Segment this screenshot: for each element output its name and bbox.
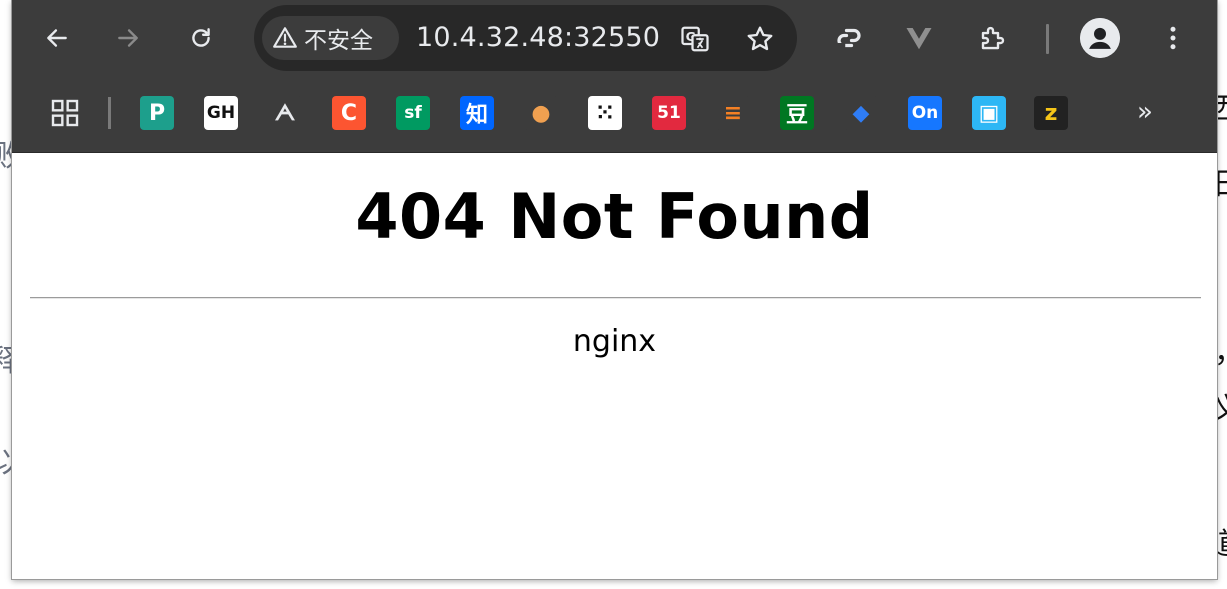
horizontal-rule — [30, 297, 1201, 299]
warning-triangle-icon — [273, 27, 297, 48]
bookmark-douban-icon: 豆 — [785, 103, 808, 128]
back-button[interactable] — [37, 18, 77, 58]
double-chevron-icon: » — [1137, 97, 1153, 127]
back-arrow-icon — [47, 29, 67, 47]
bookmark-csdn[interactable]: C — [332, 96, 366, 130]
person-icon — [1080, 18, 1120, 58]
bookmark-box[interactable]: ◆ — [844, 96, 878, 130]
bookmark-grid[interactable]: ⁙ — [588, 96, 622, 130]
puzzle-icon — [981, 26, 1005, 50]
bookmark-portrait-icon: ▣ — [978, 100, 1000, 126]
bookmark-processon-icon: P — [148, 100, 166, 126]
apps-grid-icon — [51, 99, 79, 127]
more-vertical-icon — [1170, 26, 1176, 50]
bookmark-csdn-icon: C — [340, 100, 358, 126]
vue-icon — [906, 28, 932, 50]
bookmarks-bar: P GH ᗅ Csf 知 ● ⁙ 51 ≡ 豆 ◆ On ▣ z » — [12, 77, 1217, 153]
extensions-button[interactable] — [974, 19, 1012, 57]
bookmark-z-icon: z — [1044, 100, 1058, 126]
browser-menu-button[interactable] — [1154, 19, 1192, 57]
bookmark-51cto[interactable]: 51 — [652, 96, 686, 130]
bookmarks-divider — [108, 97, 111, 129]
bookmark-star-button[interactable] — [743, 22, 777, 56]
browser-toolbar: 不安全 10.4.32.48:32550 G — [12, 0, 1217, 77]
bookmark-douban[interactable]: 豆 — [780, 96, 814, 130]
bookmark-grid-icon: ⁙ — [595, 100, 615, 126]
bookmark-on[interactable]: On — [908, 96, 942, 130]
bookmark-zhihu[interactable]: 知 — [460, 96, 494, 130]
security-label: 不安全 — [304, 28, 373, 54]
toolbar-divider — [1046, 24, 1049, 54]
vue-devtools-button[interactable] — [900, 19, 938, 57]
bookmark-github-icon: GH — [206, 103, 236, 123]
bookmark-segmentfault[interactable]: sf — [396, 96, 430, 130]
profile-avatar-button[interactable] — [1080, 18, 1120, 58]
bookmark-stackoverflow[interactable]: ≡ — [716, 96, 750, 130]
bookmark-on-icon: On — [911, 103, 939, 123]
forward-arrow-icon — [118, 29, 138, 47]
reload-icon — [192, 28, 210, 47]
translate-button[interactable]: G — [678, 22, 712, 56]
bookmark-zhihu-icon: 知 — [465, 103, 488, 128]
translate-icon: G — [681, 26, 709, 52]
forward-button[interactable] — [108, 18, 148, 58]
page-title: 404 Not Found — [355, 180, 874, 253]
bookmark-processon[interactable]: P — [140, 96, 174, 130]
reload-button[interactable] — [181, 18, 221, 58]
bookmark-portrait[interactable]: ▣ — [972, 96, 1006, 130]
browser-window: 不安全 10.4.32.48:32550 G P GH ᗅ C sf 知 ● ⁙… — [12, 0, 1217, 579]
bookmark-yuque-icon: ᗅ — [274, 100, 296, 126]
bookmark-stackoverflow-icon: ≡ — [723, 100, 743, 126]
bookmark-segmentfault-icon: sf — [404, 103, 422, 123]
bookmark-github[interactable]: GH — [204, 96, 238, 130]
more-bookmarks-button[interactable]: » — [1130, 97, 1160, 127]
bookmark-z[interactable]: z — [1034, 96, 1068, 130]
bookmark-egg[interactable]: ● — [524, 96, 558, 130]
page-content: 404 Not Found nginx — [12, 154, 1217, 579]
url-text[interactable]: 10.4.32.48:32550 — [416, 22, 660, 53]
address-bar[interactable]: 不安全 10.4.32.48:32550 G — [254, 5, 797, 71]
extension-link-button[interactable] — [830, 19, 868, 57]
security-indicator[interactable]: 不安全 — [262, 16, 399, 60]
bookmark-51cto-icon: 51 — [657, 103, 681, 123]
server-name: nginx — [572, 324, 657, 359]
bookmark-yuque[interactable]: ᗅ — [268, 96, 302, 130]
bookmark-box-icon: ◆ — [852, 100, 870, 126]
bookmark-egg-icon: ● — [531, 100, 551, 126]
apps-button[interactable] — [48, 96, 82, 130]
star-icon — [747, 26, 773, 51]
link-extension-icon — [837, 28, 861, 50]
